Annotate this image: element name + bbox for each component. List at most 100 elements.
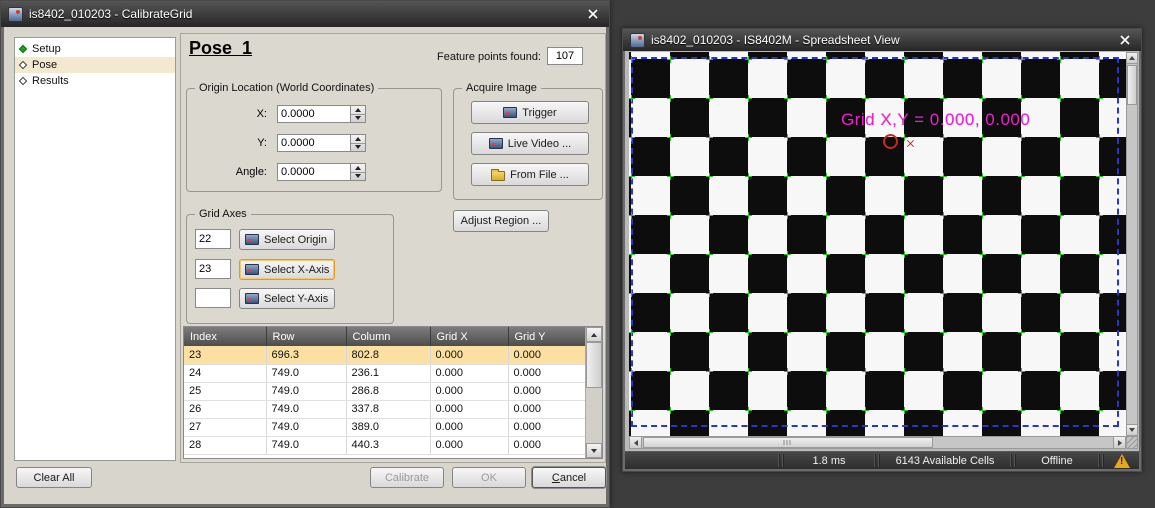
- select-x-axis-label: Select X-Axis: [264, 264, 329, 276]
- status-separator: [873, 454, 881, 467]
- window-title: is8402_010203 - CalibrateGrid: [29, 7, 578, 21]
- step-tree: Setup Pose Results: [14, 37, 176, 461]
- y-input[interactable]: [277, 134, 351, 152]
- select-origin-icon: [245, 234, 259, 245]
- image-horizontal-scrollbar[interactable]: [629, 436, 1126, 449]
- calibrate-grid-titlebar[interactable]: is8402_010203 - CalibrateGrid: [1, 1, 609, 27]
- table-row[interactable]: 28 749.0 440.3 0.000 0.000: [184, 436, 586, 454]
- adjust-region-button[interactable]: Adjust Region ...: [453, 210, 549, 232]
- spin-up-icon[interactable]: [351, 106, 365, 114]
- setup-diamond-icon: [19, 45, 27, 53]
- select-y-axis-button[interactable]: Select Y-Axis: [239, 288, 335, 309]
- connection-status: Offline: [1017, 454, 1097, 468]
- cell-column: 440.3: [346, 436, 430, 454]
- from-file-button-label: From File ...: [510, 169, 569, 181]
- tree-item-setup[interactable]: Setup: [15, 41, 175, 57]
- header-grid-y[interactable]: Grid Y: [508, 327, 586, 346]
- table-row[interactable]: 24 749.0 236.1 0.000 0.000: [184, 364, 586, 382]
- tree-item-label: Results: [32, 75, 69, 87]
- cell-column: 802.8: [346, 346, 430, 364]
- live-video-button[interactable]: Live Video ...: [471, 132, 589, 155]
- scroll-thumb[interactable]: [586, 342, 602, 388]
- scroll-right-icon[interactable]: [1113, 437, 1125, 448]
- origin-x-row: X:: [187, 105, 441, 123]
- live-video-button-label: Live Video ...: [508, 138, 571, 150]
- clear-all-button[interactable]: Clear All: [16, 467, 92, 488]
- status-separator: [777, 454, 785, 467]
- x-spinner: [351, 105, 366, 123]
- checkerboard-image[interactable]: Grid X,Y = 0.000, 0.000: [629, 52, 1126, 436]
- header-index[interactable]: Index: [184, 327, 266, 346]
- acquisition-time: 1.8 ms: [785, 454, 873, 468]
- ok-button[interactable]: OK: [452, 467, 526, 488]
- cell-column: 236.1: [346, 364, 430, 382]
- scroll-down-icon[interactable]: [1127, 424, 1137, 435]
- spin-up-icon[interactable]: [351, 164, 365, 172]
- table-row[interactable]: 27 749.0 389.0 0.000 0.000: [184, 418, 586, 436]
- scroll-thumb[interactable]: [643, 437, 933, 448]
- angle-spinner: [351, 163, 366, 181]
- calibrate-grid-body: Setup Pose Results Pose 1 Feature points…: [4, 27, 606, 504]
- select-x-axis-button[interactable]: Select X-Axis: [239, 259, 335, 280]
- tree-item-pose[interactable]: Pose: [15, 57, 175, 73]
- cell-index: 25: [184, 382, 266, 400]
- table-row[interactable]: 25 749.0 286.8 0.000 0.000: [184, 382, 586, 400]
- tree-item-results[interactable]: Results: [15, 73, 175, 89]
- table-header-row: Index Row Column Grid X Grid Y: [184, 327, 586, 346]
- clear-all-label: Clear All: [34, 472, 75, 484]
- origin-index-input[interactable]: [195, 229, 231, 249]
- scroll-down-icon[interactable]: [586, 443, 602, 458]
- table-scrollbar[interactable]: [585, 327, 602, 458]
- image-vertical-scrollbar[interactable]: [1126, 52, 1138, 436]
- spin-up-icon[interactable]: [351, 135, 365, 143]
- cell-row: 749.0: [266, 400, 346, 418]
- scroll-thumb[interactable]: [1127, 65, 1137, 105]
- close-icon[interactable]: [1116, 32, 1134, 48]
- calibrate-button[interactable]: Calibrate: [370, 467, 444, 488]
- results-diamond-icon: [19, 77, 27, 85]
- header-row[interactable]: Row: [266, 327, 346, 346]
- cancel-button[interactable]: Cancel: [532, 467, 606, 488]
- folder-icon: [491, 171, 505, 181]
- cell-grid-y: 0.000: [508, 346, 586, 364]
- spin-down-icon[interactable]: [351, 114, 365, 123]
- grid-axes-title: Grid Axes: [195, 208, 251, 220]
- trigger-button-label: Trigger: [522, 107, 556, 119]
- origin-group-title: Origin Location (World Coordinates): [195, 82, 378, 94]
- window-title: is8402_010203 - IS8402M - Spreadsheet Vi…: [651, 33, 1110, 47]
- table-row[interactable]: 23 696.3 802.8 0.000 0.000: [184, 346, 586, 364]
- scroll-left-icon[interactable]: [630, 437, 642, 448]
- from-file-button[interactable]: From File ...: [471, 163, 589, 186]
- cell-index: 24: [184, 364, 266, 382]
- pose-diamond-icon: [19, 61, 27, 69]
- available-cells: 6143 Available Cells: [881, 454, 1009, 468]
- pose-panel: Pose 1 Feature points found: 107 Origin …: [180, 33, 606, 463]
- cell-grid-y: 0.000: [508, 382, 586, 400]
- header-column[interactable]: Column: [346, 327, 430, 346]
- y-axis-index-input[interactable]: [195, 288, 231, 308]
- x-axis-index-input[interactable]: [195, 259, 231, 279]
- status-bar: 1.8 ms 6143 Available Cells Offline: [625, 451, 1139, 469]
- spin-down-icon[interactable]: [351, 143, 365, 152]
- select-y-axis-label: Select Y-Axis: [264, 293, 328, 305]
- table-row[interactable]: 26 749.0 337.8 0.000 0.000: [184, 400, 586, 418]
- feature-points-value: 107: [547, 47, 583, 65]
- header-grid-x[interactable]: Grid X: [430, 327, 508, 346]
- scroll-up-icon[interactable]: [586, 327, 602, 342]
- cell-column: 337.8: [346, 400, 430, 418]
- angle-input[interactable]: [277, 163, 351, 181]
- scroll-up-icon[interactable]: [1127, 53, 1137, 64]
- origin-x-marker: [906, 139, 915, 148]
- trigger-button[interactable]: Trigger: [471, 101, 589, 124]
- cell-column: 389.0: [346, 418, 430, 436]
- spreadsheet-titlebar[interactable]: is8402_010203 - IS8402M - Spreadsheet Vi…: [623, 29, 1141, 51]
- app-icon: [8, 7, 23, 22]
- x-input[interactable]: [277, 105, 351, 123]
- spin-down-icon[interactable]: [351, 172, 365, 181]
- cell-row: 749.0: [266, 436, 346, 454]
- select-origin-button[interactable]: Select Origin: [239, 229, 335, 250]
- select-y-axis-icon: [245, 293, 259, 304]
- cell-grid-x: 0.000: [430, 346, 508, 364]
- warning-indicator[interactable]: [1105, 454, 1139, 468]
- close-icon[interactable]: [584, 6, 602, 22]
